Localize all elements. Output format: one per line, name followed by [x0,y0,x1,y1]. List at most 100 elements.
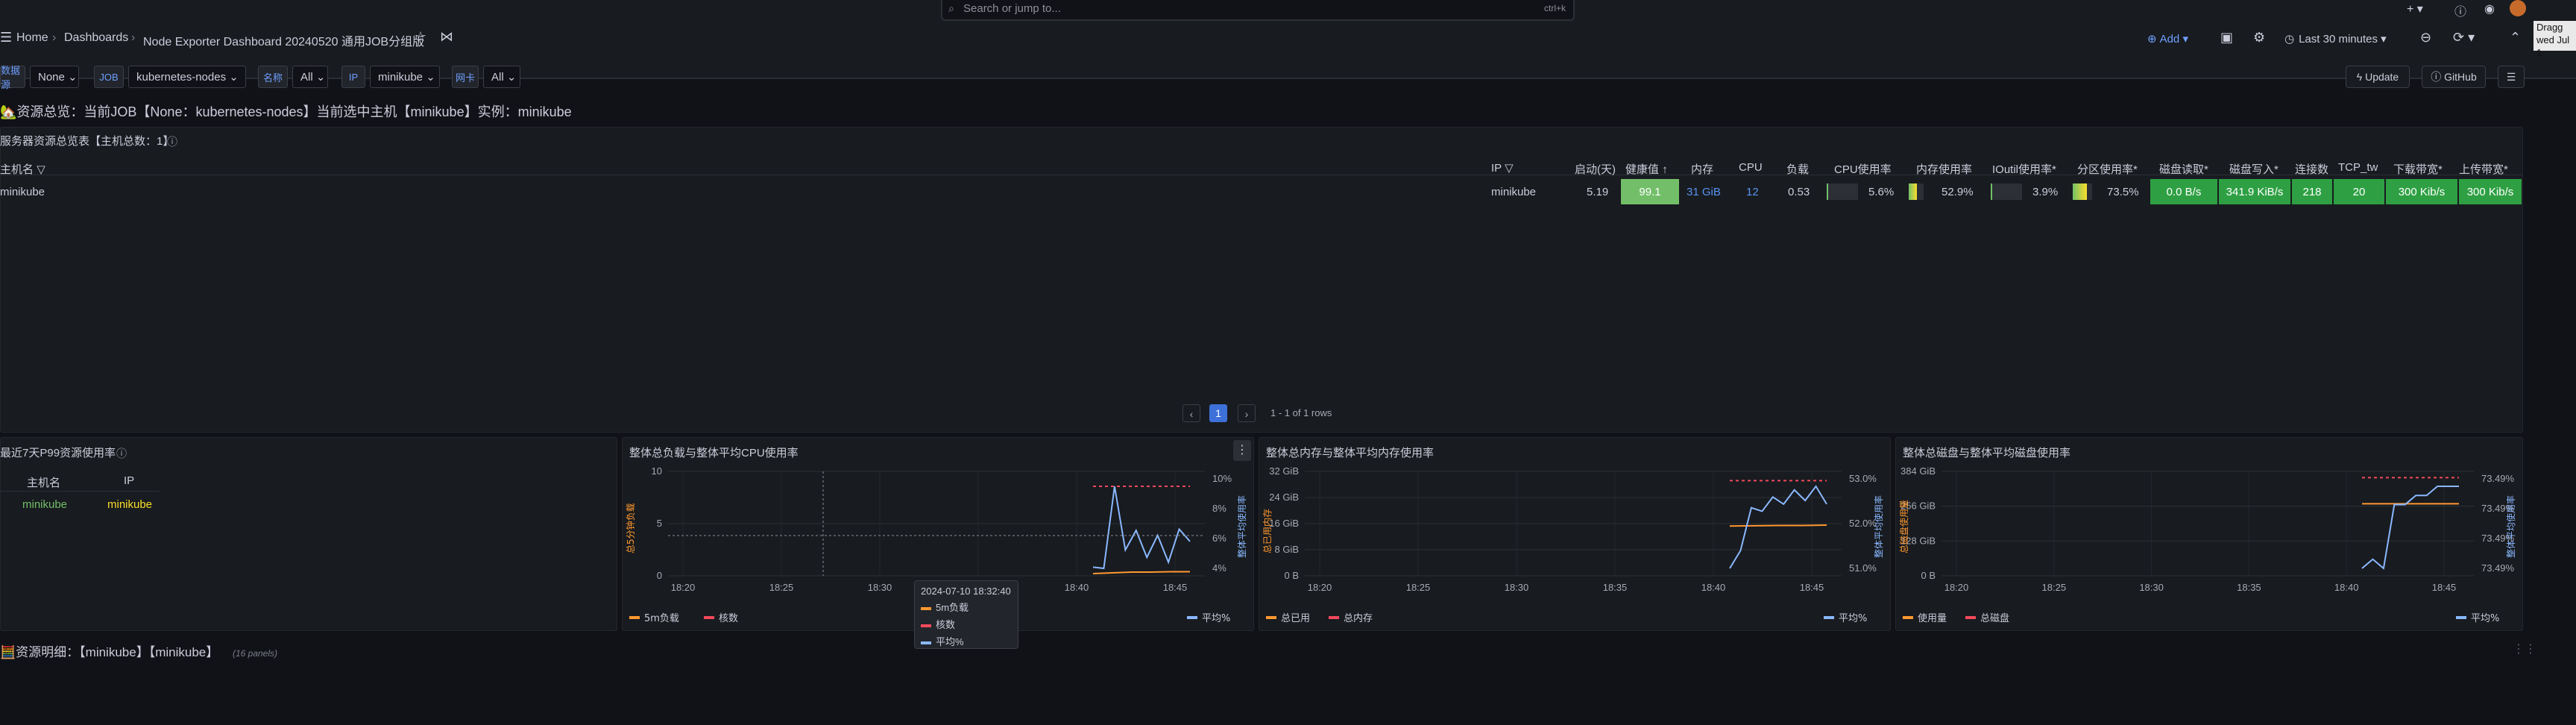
x-tick-label: 18:25 [769,582,794,593]
github-label: GitHub [2444,71,2477,83]
collapse-icon[interactable]: ⌃ [2510,30,2521,45]
summary-row-title[interactable]: 🏡资源总览：当前JOB【None：kubernetes-nodes】当前选中主机… [0,101,572,121]
add-button[interactable]: ⊕ Add ▾ [2147,28,2208,49]
p99-header-host[interactable]: 主机名 [27,474,60,490]
col-header-tcp-tw[interactable]: TCP_tw [2338,161,2378,174]
var-label-nic: 网卡 [452,66,479,88]
drag-tooltip-text: Dragg [2536,22,2563,33]
plus-icon[interactable]: + ▾ [2407,1,2423,16]
table-row[interactable] [0,179,2523,204]
col-header-load[interactable]: 负载 [1786,161,1809,177]
legend-swatch [629,616,640,619]
y-tick-label: 24 GiB [1269,492,1299,503]
x-tick-label: 18:30 [2139,582,2164,593]
col-header-ip[interactable]: IP ▽ [1491,161,1514,175]
pager-next[interactable]: › [1238,404,1256,422]
menu-icon[interactable]: ☰ [0,30,12,45]
var-select-job[interactable]: kubernetes-nodes ⌄ [128,66,246,88]
filter-icon[interactable]: ▽ [37,163,45,176]
pager-info: 1 - 1 of 1 rows [1270,407,1332,418]
legend-swatch [1329,616,1339,619]
mem-chart[interactable]: 0 B 8 GiB 16 GiB 24 GiB 32 GiB 51.0% 52.0% 53.0… [1259,437,1891,631]
col-header-partition[interactable]: 分区使用率* [2077,161,2138,177]
info-icon[interactable]: ⓘ [116,446,127,461]
github-link[interactable]: ⓘ GitHub [2422,66,2486,88]
drag-tooltip-date: wed Jul 1 [2536,34,2570,58]
x-tick-label: 18:25 [1406,582,1431,593]
col-header-health[interactable]: 健康值 ↑ [1625,161,1668,177]
time-range-label: Last 30 minutes [2299,32,2378,45]
search-bar[interactable]: ⌕ Search or jump to... ctrl+k [941,0,1575,21]
pager-page-1[interactable]: 1 [1209,404,1227,422]
legend-swatch [1266,616,1276,619]
detail-row-title[interactable]: 🧮资源明细：【minikube】【minikube】 (16 panels) [0,641,277,660]
cell-mem-usage: 52.9% [1942,186,1974,198]
var-label-ip: IP [341,66,365,88]
time-range-picker[interactable]: ◷ Last 30 minutes ▾ [2284,28,2411,49]
cell-conns: 218 [2292,179,2332,204]
col-header-ioutil[interactable]: IOutil使用率* [1992,161,2056,177]
col-header-mem-usage[interactable]: 内存使用率 [1916,161,1972,177]
star-icon[interactable]: ☆ [415,29,426,45]
drag-tooltip: Dragg wed Jul 1 [2534,21,2576,58]
detail-row-label: 🧮资源明细：【minikube】【minikube】 [0,645,219,659]
add-label: Add [2159,32,2180,45]
settings-icon[interactable]: ⚙ [2253,30,2265,45]
col-header-conns[interactable]: 连接数 [2295,161,2328,177]
info-icon[interactable]: ⓘ [167,134,177,149]
col-header-cpu-usage[interactable]: CPU使用率 [1834,161,1892,177]
var-value: kubernetes-nodes [136,70,227,84]
filter-icon[interactable]: ▽ [1505,162,1514,175]
var-value: All [491,70,504,84]
y-right-tick-label: 6% [1212,533,1226,544]
var-select-ip[interactable]: minikube ⌄ [370,66,440,88]
avatar[interactable] [2510,0,2526,16]
col-header-disk-write[interactable]: 磁盘写入* [2229,161,2279,177]
refresh-icon[interactable]: ⟳ ▾ [2453,30,2475,45]
y-tick-label: 10 [652,465,662,477]
update-link[interactable]: ϟ Update [2346,66,2410,88]
p99-header-ip[interactable]: IP [124,474,134,487]
x-tick-label: 18:30 [1505,582,1529,593]
zoom-out-icon[interactable]: ⊖ [2420,30,2431,45]
col-header-uptime[interactable]: 启动(天) [1575,161,1616,177]
col-header-host[interactable]: 主机名 ▽ [0,161,45,177]
cell-host[interactable]: minikube [0,186,45,198]
share-icon[interactable]: ⋈ [440,29,453,45]
breadcrumb-home[interactable]: Home [16,31,48,45]
var-label-job: JOB [94,66,124,88]
col-header-cpu[interactable]: CPU [1739,161,1763,174]
col-header-disk-read[interactable]: 磁盘读取* [2159,161,2208,177]
var-select-nic[interactable]: All ⌄ [483,66,520,88]
legend-label: 5m负载 [644,613,679,624]
var-select-name[interactable]: All ⌄ [292,66,328,88]
legend-label: 总磁盘 [1980,612,2009,624]
y-axis-label: 总已用内存 [1262,509,1273,553]
save-icon[interactable]: ▣ [2220,30,2233,45]
var-value: minikube [378,70,423,84]
help-icon[interactable]: ⓘ [2454,1,2466,19]
col-header-download[interactable]: 下载带宽* [2393,161,2443,177]
cell-memory: 31 GiB [1687,186,1721,198]
col-header-upload[interactable]: 上传带宽* [2459,161,2508,177]
y-tick-label: 5 [657,518,662,529]
x-tick-label: 18:35 [2237,582,2261,593]
rss-icon[interactable]: ◉ [2484,1,2495,16]
y-axis-label: 总磁盘使用量 [1898,500,1909,553]
legend-swatch [1903,616,1913,619]
col-header-memory[interactable]: 内存 [1691,161,1713,177]
y-right-tick-label: 53.0% [1849,473,1877,484]
cell-ip: minikube [1491,186,1537,198]
breadcrumb-dashboards[interactable]: Dashboards [64,31,128,45]
y-right-tick-label: 52.0% [1849,518,1877,529]
y-tick-label: 0 [657,570,662,581]
search-input[interactable]: Search or jump to... [963,2,1061,15]
y-tick-label: 8 GiB [1274,544,1299,555]
pager-prev[interactable]: ‹ [1182,404,1200,422]
var-select-datasource[interactable]: None ⌄ [30,66,79,88]
y-right-axis-label: 整体平均使用率 [2505,495,2516,558]
menu-button[interactable]: ☰ [2498,66,2525,88]
drag-handle-icon[interactable]: ⋮⋮ [2513,641,2536,656]
disk-chart[interactable]: 0 B128 GiB256 GiB384 GiB73.49%73.49%73.4… [1895,437,2523,631]
legend-swatch [2456,616,2466,619]
